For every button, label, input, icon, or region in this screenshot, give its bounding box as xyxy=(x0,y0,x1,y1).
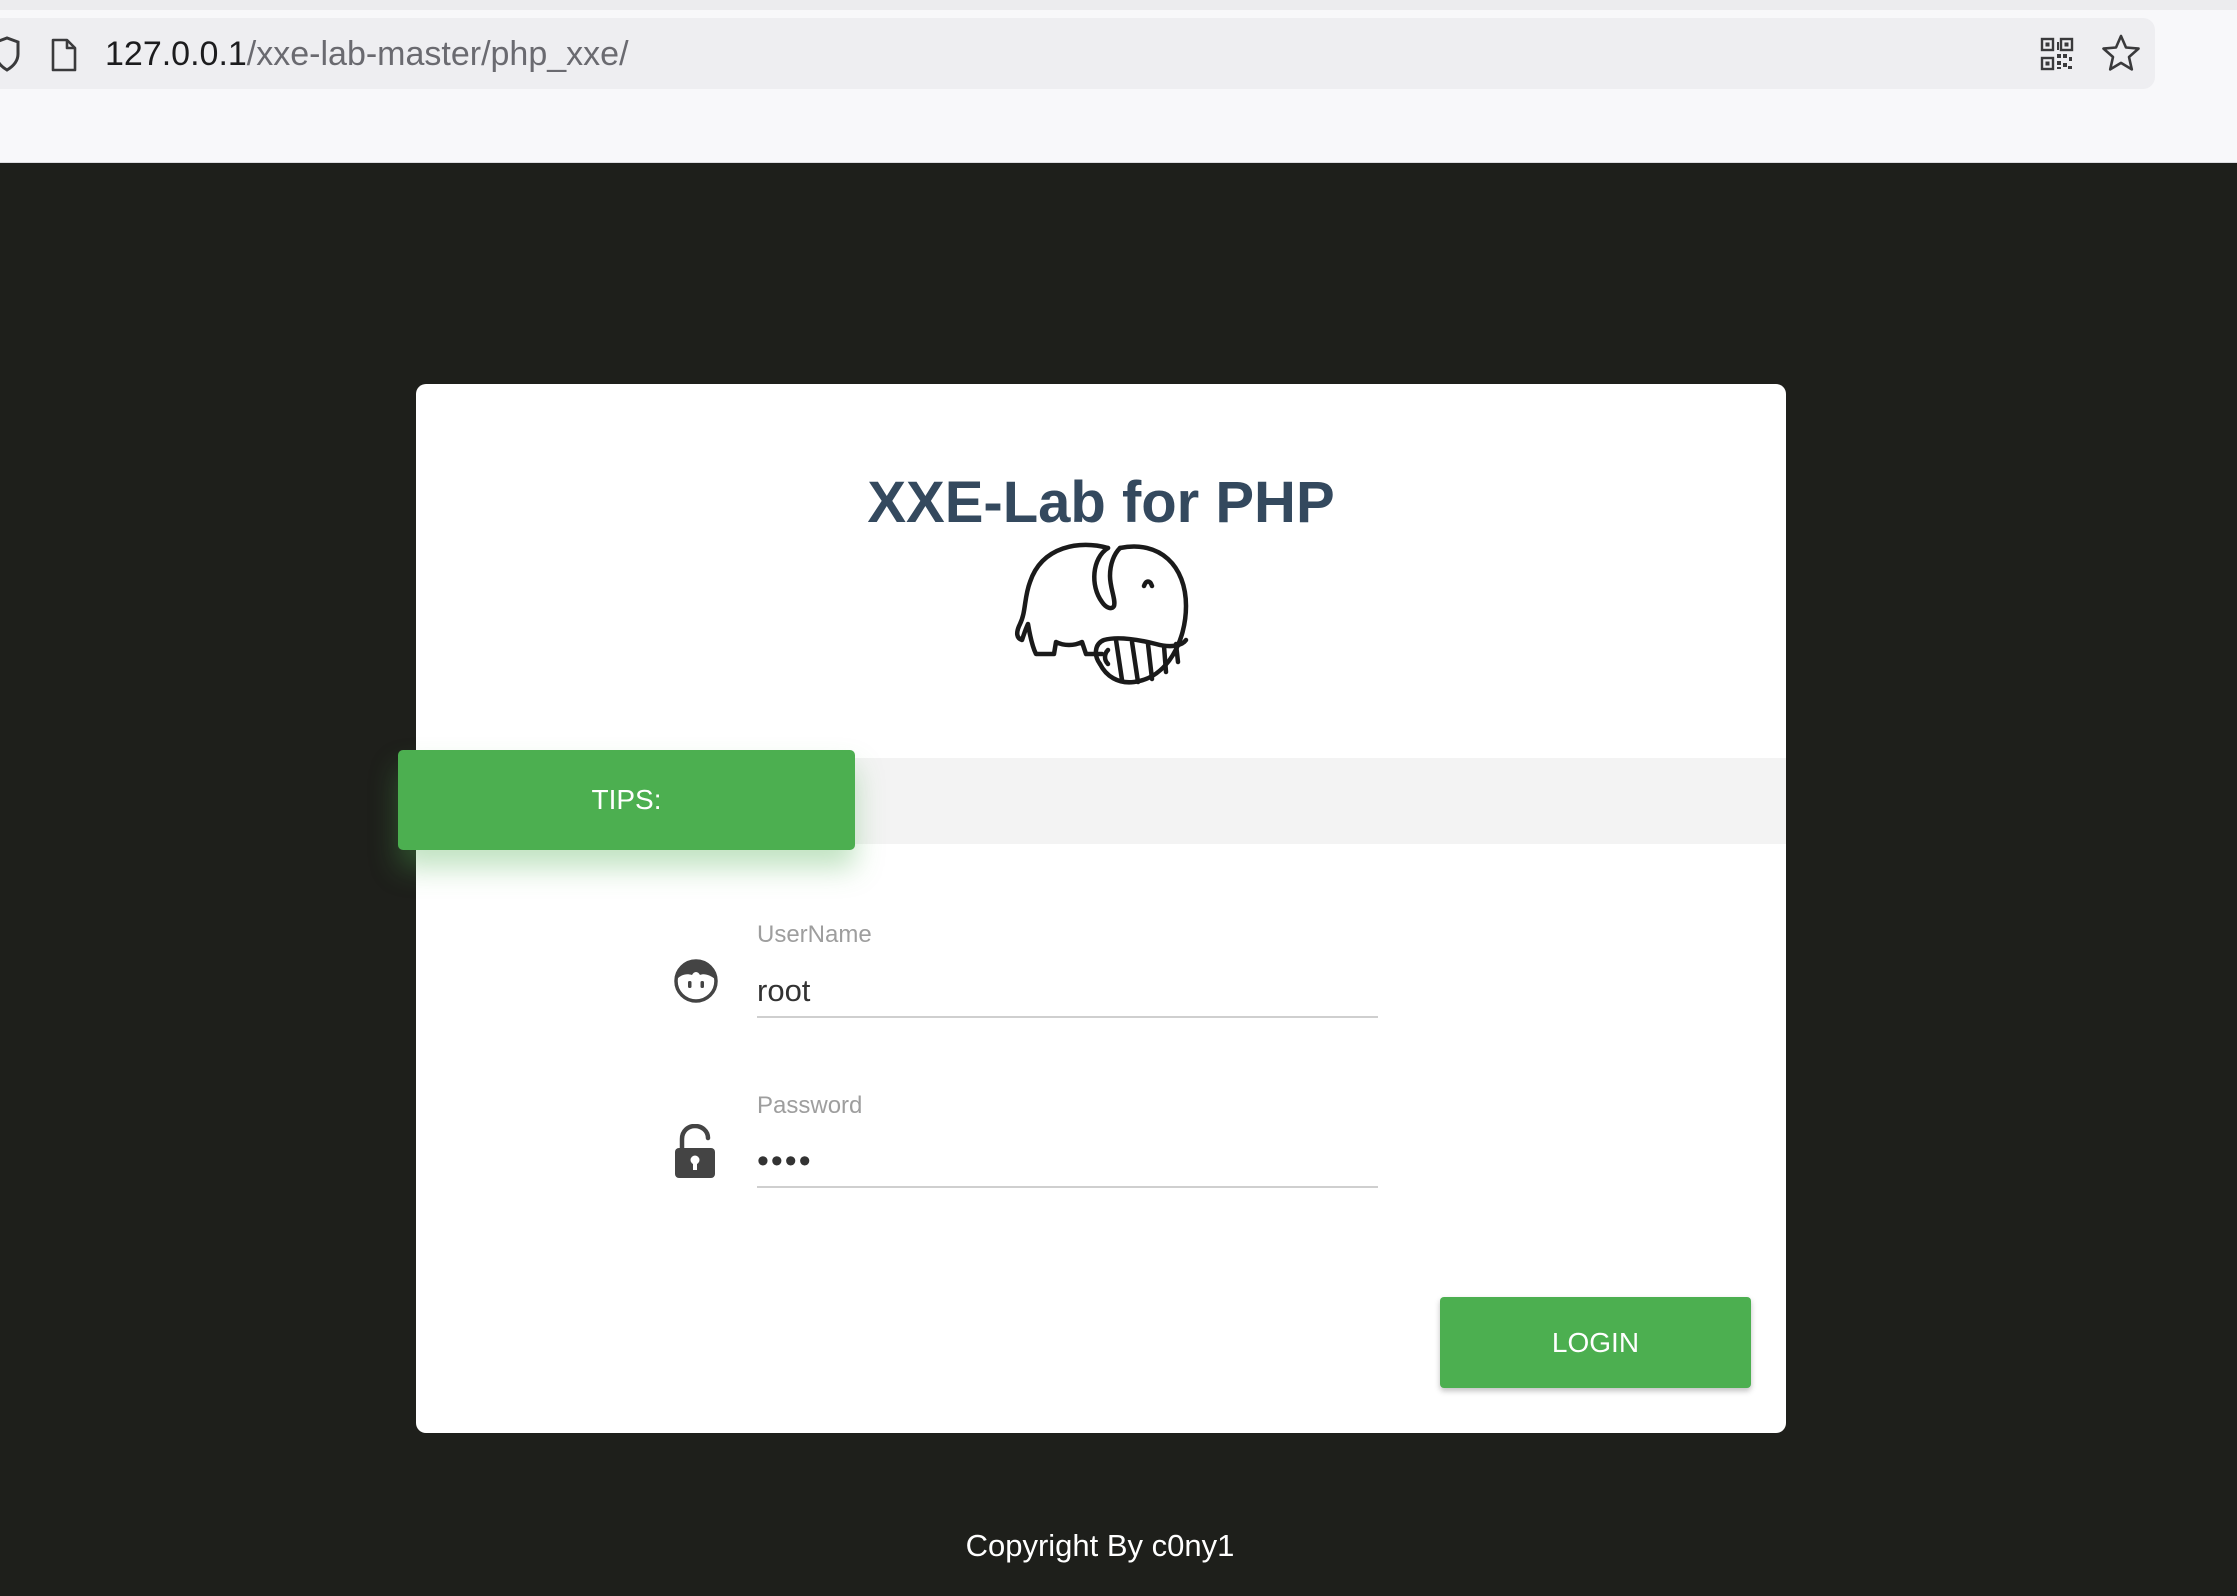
elephant-logo xyxy=(1015,542,1189,685)
url-text[interactable]: 127.0.0.1/xxe-lab-master/php_xxe/ xyxy=(105,32,629,76)
username-input[interactable] xyxy=(757,966,1378,1018)
username-label: UserName xyxy=(757,921,872,948)
password-label: Password xyxy=(757,1092,863,1119)
user-face-icon xyxy=(674,959,718,1003)
tips-label: TIPS: xyxy=(398,750,855,850)
login-button[interactable]: LOGIN xyxy=(1440,1297,1751,1388)
browser-toolbar: 127.0.0.1/xxe-lab-master/php_xxe/ xyxy=(0,0,2237,163)
login-card: XXE-Lab for PHP xyxy=(416,384,1786,1433)
shield-icon[interactable] xyxy=(0,36,20,72)
url-host: 127.0.0.1 xyxy=(105,35,247,73)
password-input[interactable] xyxy=(757,1136,1378,1188)
page-icon xyxy=(51,38,77,72)
star-icon[interactable] xyxy=(2101,33,2141,73)
lock-icon xyxy=(675,1124,715,1178)
page-title: XXE-Lab for PHP xyxy=(867,470,1335,535)
qr-code-icon[interactable] xyxy=(2040,37,2074,71)
tab-strip xyxy=(0,0,2237,10)
copyright-footer: Copyright By c0ny1 xyxy=(965,1528,1235,1563)
url-path: /xxe-lab-master/php_xxe/ xyxy=(246,35,629,73)
